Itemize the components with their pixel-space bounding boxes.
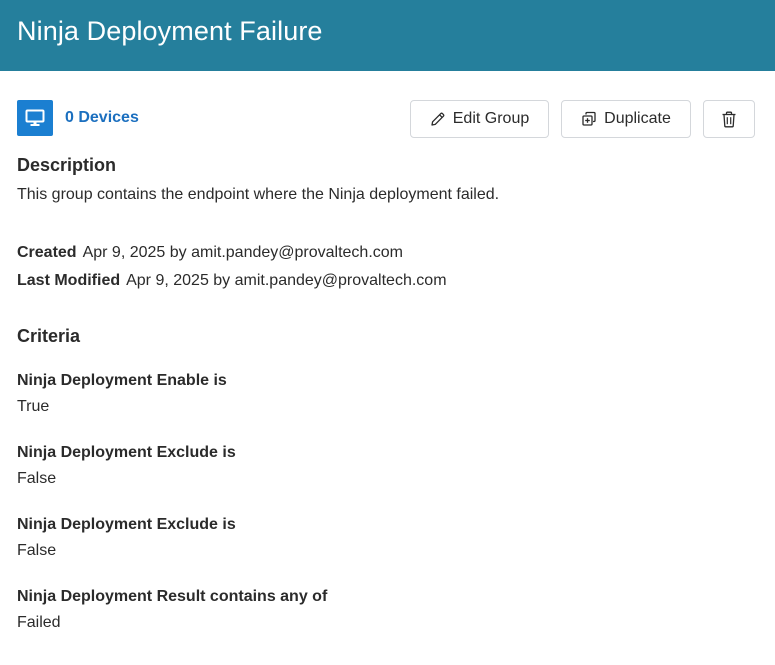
description-text: This group contains the endpoint where t… (17, 186, 500, 203)
criteria-label: Ninja Deployment Exclude is (17, 444, 236, 461)
trash-icon (721, 111, 737, 128)
criteria-value: Failed (17, 614, 61, 631)
description-heading: Description (17, 155, 117, 175)
last-modified-label: Last Modified (17, 272, 121, 289)
duplicate-button[interactable]: Duplicate (561, 100, 691, 138)
page-header: Ninja Deployment Failure (0, 0, 775, 71)
devices-count-link[interactable]: 0 Devices (65, 109, 139, 127)
edit-group-label: Edit Group (452, 110, 530, 127)
criteria-label: Ninja Deployment Result contains any of (17, 588, 328, 605)
criteria-value: True (17, 398, 50, 415)
criteria-value: False (17, 470, 57, 487)
copy-icon (581, 111, 597, 127)
devices-icon-button[interactable] (17, 100, 53, 136)
criteria-value: False (17, 542, 57, 559)
monitor-icon (25, 109, 45, 126)
duplicate-label: Duplicate (604, 110, 671, 127)
created-value: Apr 9, 2025 by amit.pandey@provaltech.co… (82, 244, 403, 261)
last-modified-row: Last Modified Apr 9, 2025 by amit.pandey@… (17, 272, 447, 290)
created-label: Created (17, 244, 77, 261)
page-title: Ninja Deployment Failure (17, 16, 323, 46)
delete-button[interactable] (703, 100, 755, 138)
pencil-icon (430, 111, 446, 127)
criteria-label: Ninja Deployment Enable is (17, 372, 227, 389)
last-modified-value: Apr 9, 2025 by amit.pandey@provaltech.co… (126, 272, 447, 289)
created-row: Created Apr 9, 2025 by amit.pandey@proval… (17, 244, 403, 262)
criteria-label: Ninja Deployment Exclude is (17, 516, 236, 533)
criteria-heading: Criteria (17, 326, 81, 346)
edit-group-button[interactable]: Edit Group (410, 100, 549, 138)
